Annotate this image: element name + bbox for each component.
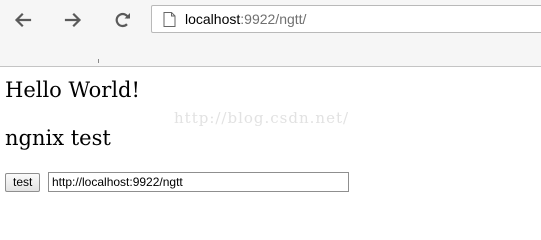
reload-icon: [115, 12, 130, 28]
page-icon: [163, 12, 176, 27]
address-bar[interactable]: localhost:9922/ngtt/: [151, 5, 541, 33]
test-button[interactable]: test: [5, 173, 41, 192]
bookmark-separator: [98, 59, 99, 63]
ngnix-test-heading: ngnix test: [5, 126, 111, 150]
browser-toolbar: localhost:9922/ngtt/: [0, 0, 541, 58]
forward-button[interactable]: [60, 7, 86, 33]
arrow-left-icon: [14, 12, 32, 28]
back-button[interactable]: [10, 7, 36, 33]
address-bar-url: localhost:9922/ngtt/: [185, 11, 306, 27]
browser-window: localhost:9922/ngtt/ Hello World! http:/…: [0, 0, 541, 214]
bookmark-bar: [0, 57, 541, 67]
watermark-text: http://blog.csdn.net/: [174, 109, 350, 127]
hello-heading: Hello World!: [5, 78, 140, 102]
url-input[interactable]: [48, 172, 349, 192]
reload-button[interactable]: [110, 7, 136, 33]
arrow-right-icon: [64, 12, 82, 28]
page-content: Hello World! http://blog.csdn.net/ ngnix…: [0, 67, 541, 214]
url-host: localhost: [185, 11, 241, 27]
url-path: :9922/ngtt/: [240, 11, 307, 27]
